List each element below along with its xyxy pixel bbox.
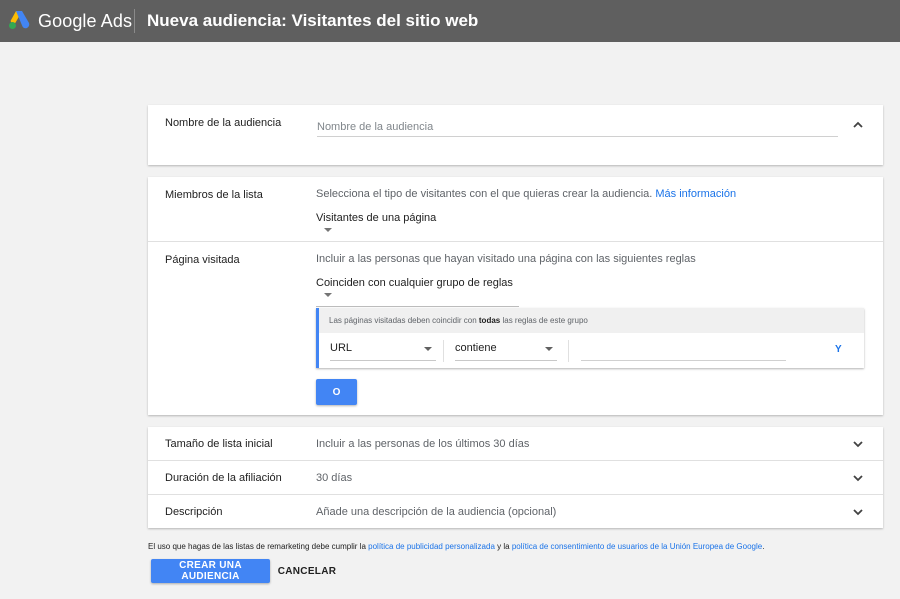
row-label: Descripción [165,506,223,518]
page-title: Nueva audiencia: Visitantes del sitio we… [147,11,479,30]
list-config-card: Miembros de la lista Selecciona el tipo … [148,177,883,415]
visitor-type-dropdown[interactable]: Visitantes de una página [316,212,447,242]
visited-page-description: Incluir a las personas que hayan visitad… [316,253,696,265]
chevron-down-icon[interactable] [851,505,865,519]
settings-card: Tamaño de lista inicial Incluir a las pe… [148,427,883,528]
row-value: 30 días [316,472,353,484]
or-button[interactable]: O [316,379,357,405]
rule-header-prefix: Las páginas visitadas deben coincidir co… [329,316,477,325]
dropdown-caret-icon [324,293,332,298]
dropdown-caret-icon [545,347,553,351]
google-ads-logo-icon[interactable] [8,10,30,30]
rule-header-emphasis: todas [478,316,501,325]
visited-page-label: Página visitada [165,254,240,266]
audience-name-label: Nombre de la audiencia [165,117,282,129]
row-label: Tamaño de lista inicial [165,438,273,450]
list-members-description: Selecciona el tipo de visitantes con el … [316,188,736,200]
and-button[interactable]: Y [835,344,842,355]
list-members-description-text: Selecciona el tipo de visitantes con el … [316,188,653,200]
rule-operator-select[interactable]: contiene [455,339,557,361]
dropdown-caret-icon [424,347,432,351]
dropdown-caret-icon [324,228,332,233]
eu-consent-policy-link[interactable]: política de consentimiento de usuarios d… [512,542,762,551]
membership-duration-row[interactable]: Duración de la afiliación 30 días [148,461,883,494]
policy-note-suffix: . [762,542,765,551]
rule-separator [443,340,444,362]
section-divider [148,241,883,242]
visitor-type-value: Visitantes de una página [316,212,437,224]
rule-group: Las páginas visitadas deben coincidir co… [316,308,864,368]
policy-note: El uso que hagas de las listas de remark… [148,542,764,551]
audience-name-input[interactable] [317,117,838,137]
rule-separator [568,340,569,362]
initial-list-size-row[interactable]: Tamaño de lista inicial Incluir a las pe… [148,427,883,460]
top-bar: Google Ads Nueva audiencia: Visitantes d… [0,0,900,42]
rule-field-select[interactable]: URL [330,339,436,361]
rule-value-input[interactable] [581,341,786,361]
header-divider [134,9,135,33]
rule-operator-value: contiene [455,342,497,354]
chevron-down-icon[interactable] [851,437,865,451]
chevron-up-icon[interactable] [851,118,865,132]
rule-groups-value: Coinciden con cualquier grupo de reglas [316,277,513,289]
rule-field-value: URL [330,342,353,354]
list-members-label: Miembros de la lista [165,189,263,201]
description-row[interactable]: Descripción Añade una descripción de la … [148,495,883,528]
row-label: Duración de la afiliación [165,472,282,484]
audience-name-card: Nombre de la audiencia [148,105,883,165]
policy-note-mid: y la [497,542,510,551]
row-value: Incluir a las personas de los últimos 30… [316,438,530,450]
create-audience-button[interactable]: CREAR UNA AUDIENCIA [151,559,270,583]
personalized-ads-policy-link[interactable]: política de publicidad personalizada [368,542,495,551]
brand-name: Google Ads [38,11,133,31]
chevron-down-icon[interactable] [851,471,865,485]
policy-note-prefix: El uso que hagas de las listas de remark… [148,542,366,551]
cancel-button[interactable]: CANCELAR [274,559,340,583]
row-value: Añade una descripción de la audiencia (o… [316,506,557,518]
rule-header-suffix: las reglas de este grupo [502,316,588,325]
rule-group-header: Las páginas visitadas deben coincidir co… [319,308,864,333]
rule-groups-dropdown[interactable]: Coinciden con cualquier grupo de reglas [316,277,519,307]
more-info-link[interactable]: Más información [655,188,736,200]
